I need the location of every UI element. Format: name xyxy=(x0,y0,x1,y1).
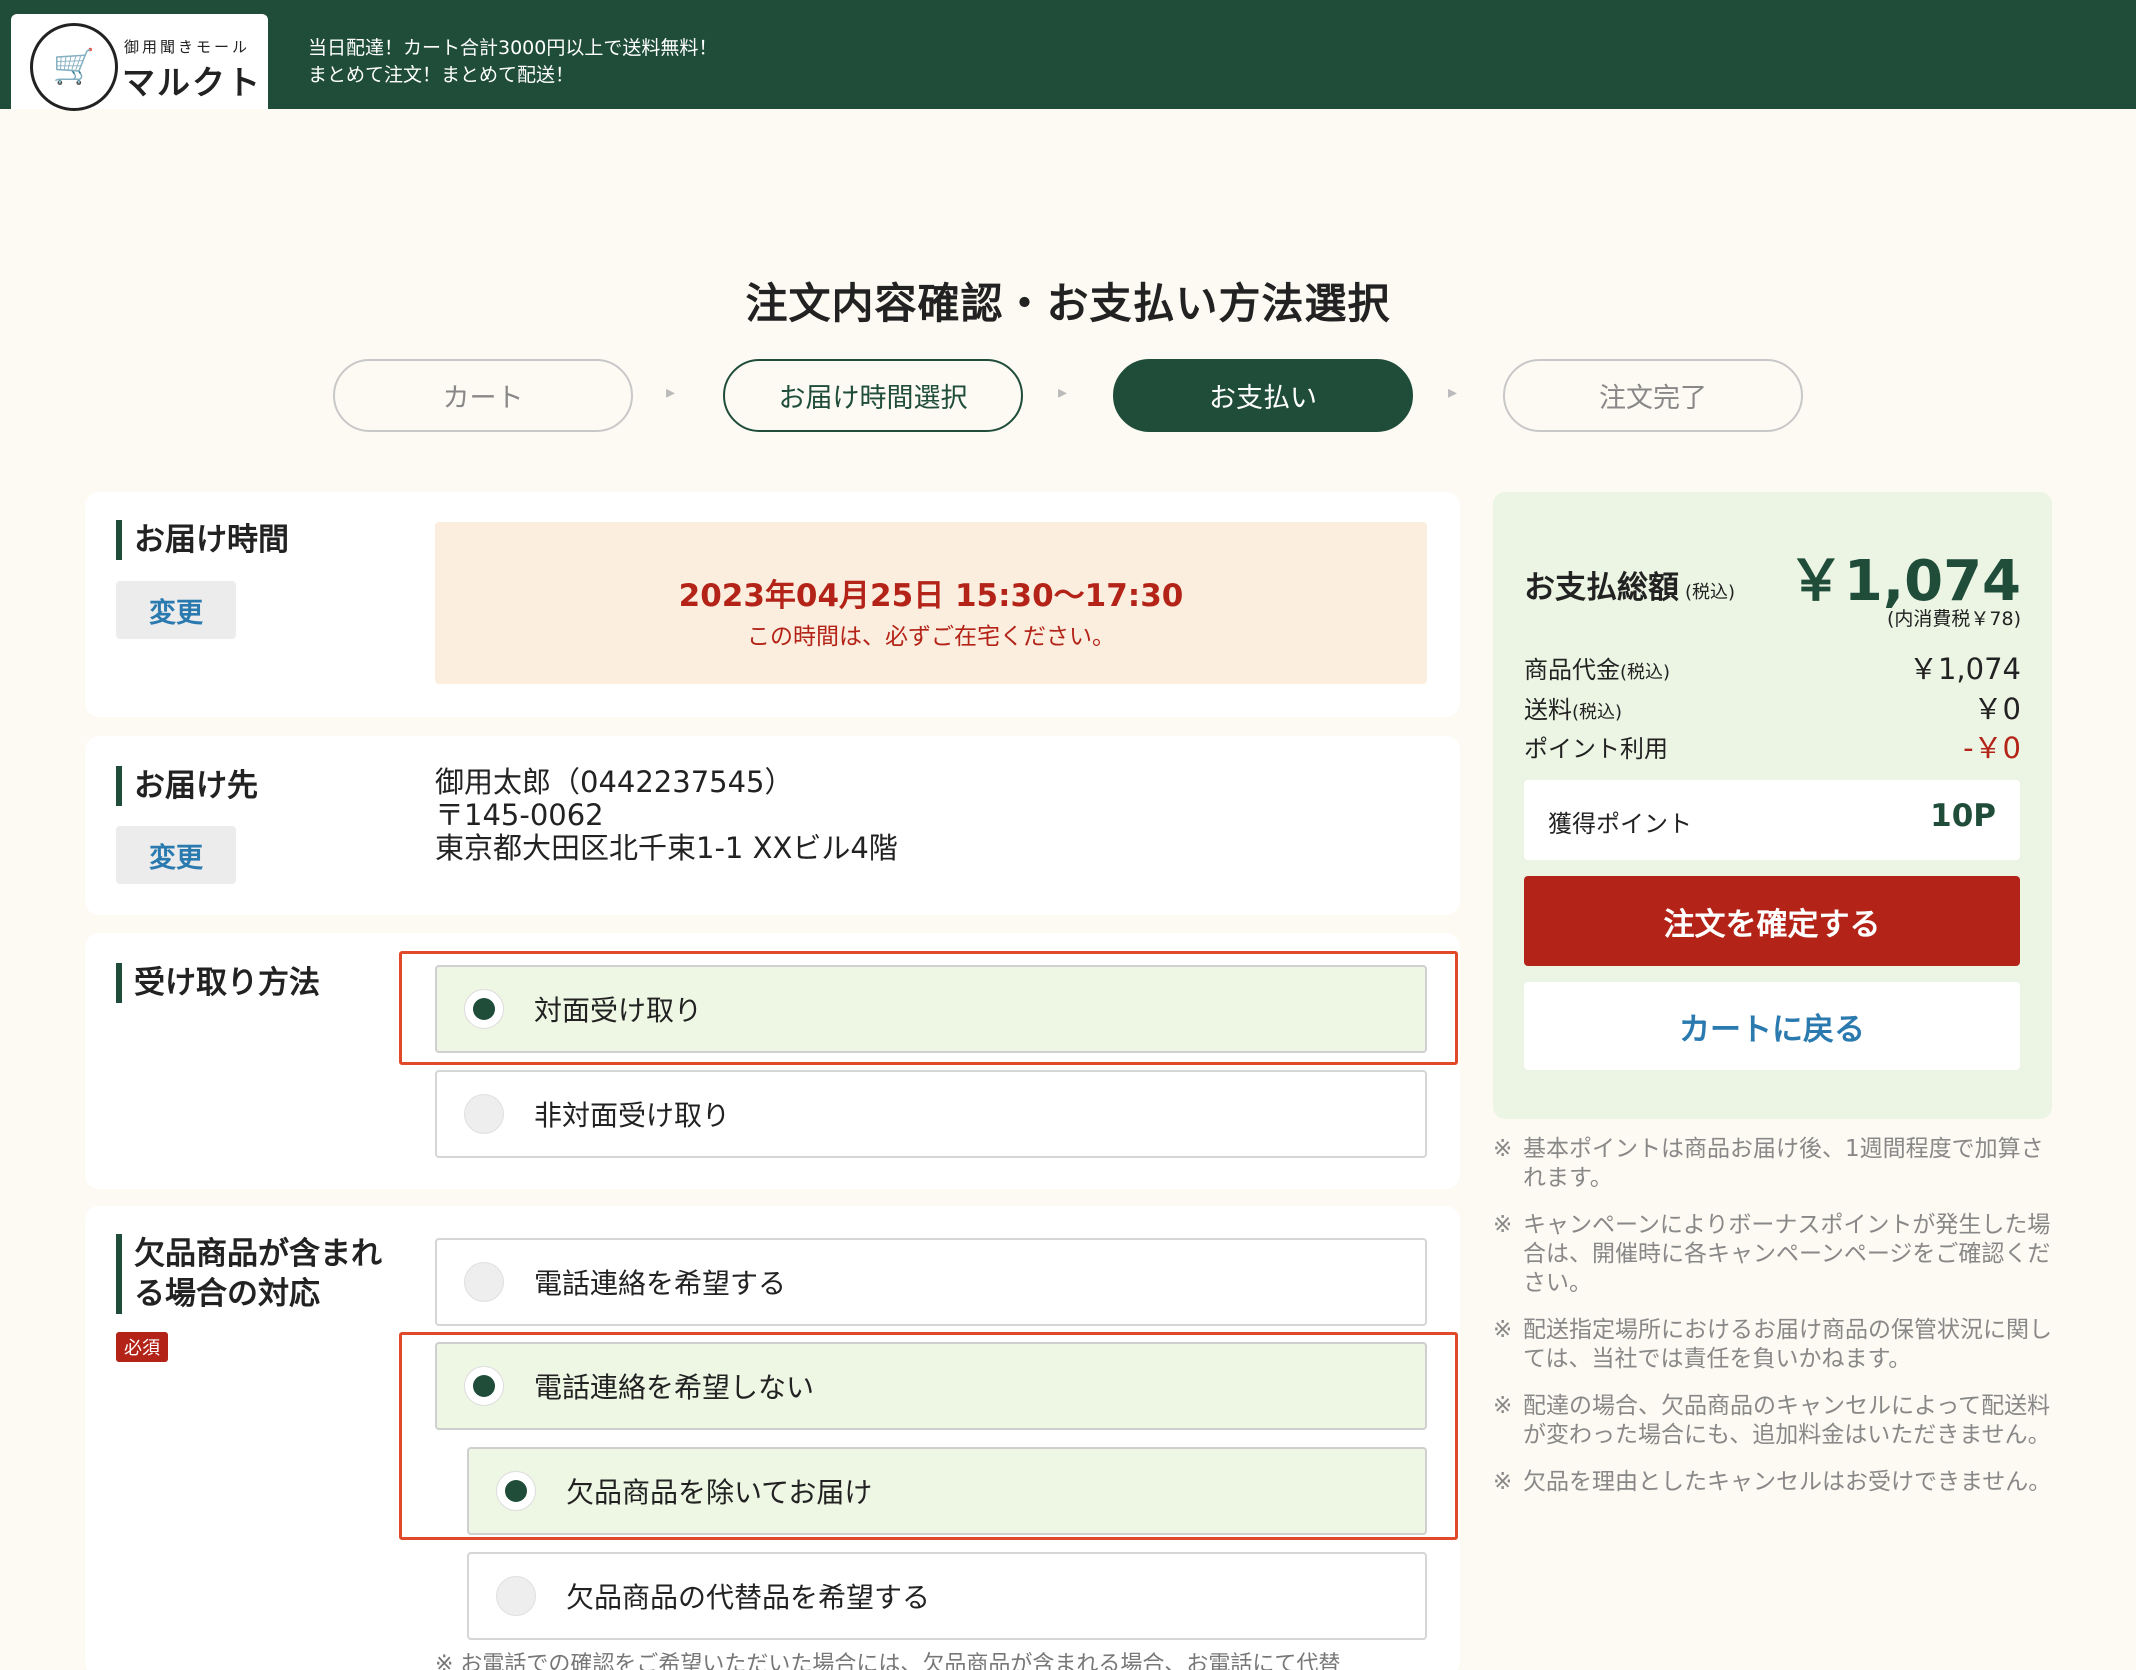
points-use-label: ポイント利用 xyxy=(1524,735,1668,763)
radio-button[interactable] xyxy=(464,1094,504,1134)
header-announcement: 当日配達！カート合計3000円以上で送料無料！ まとめて注文！まとめて配送！ xyxy=(308,35,717,89)
order-summary: お支払総額 (税込) ￥1,074 (内消費税￥78) 商品代金(税込) ￥1,0… xyxy=(1493,492,2052,1119)
step-payment: お支払い xyxy=(1113,359,1413,432)
address-block: 御用太郎（0442237545） 〒145-0062 東京都大田区北千束1-1 … xyxy=(435,766,898,865)
receive-method-title: 受け取り方法 xyxy=(116,963,320,1003)
item-price-label-text: 商品代金 xyxy=(1524,656,1620,684)
points-use-value: -￥0 xyxy=(1963,731,2021,765)
delivery-address-card: お届け先 変更 御用太郎（0442237545） 〒145-0062 東京都大田… xyxy=(85,736,1460,915)
consumption-tax: (内消費税￥78) xyxy=(1886,608,2021,630)
earned-points-value: 10P xyxy=(1930,798,1996,834)
radio-button[interactable] xyxy=(464,1262,504,1302)
step-arrow-icon: ▸ xyxy=(666,382,676,403)
tax-included-label: (税込) xyxy=(1620,662,1671,683)
step-arrow-icon: ▸ xyxy=(1448,382,1458,403)
page-title: 注文内容確認・お支払い方法選択 xyxy=(745,279,1391,328)
required-badge: 必須 xyxy=(116,1332,168,1362)
radio-button[interactable] xyxy=(496,1471,536,1511)
delivery-datetime: 2023年04月25日 15:30〜17:30 xyxy=(678,578,1184,614)
delivery-address-title: お届け先 xyxy=(116,766,258,806)
total-label-text: お支払総額 xyxy=(1524,570,1679,606)
step-complete: 注文完了 xyxy=(1503,359,1803,432)
truck-cart-icon: 🛒 xyxy=(30,23,118,111)
out-of-stock-title: 欠品商品が含まれ る場合の対応 xyxy=(116,1234,382,1314)
note-item: ※ 基本ポイントは商品お届け後、1週間程度で加算されます。 xyxy=(1493,1136,2044,1191)
logo-subtitle: 御用聞きモール xyxy=(124,38,251,56)
earned-points-box: 獲得ポイント 10P xyxy=(1524,780,2020,860)
option-phone-contact[interactable]: 電話連絡を希望する xyxy=(435,1238,1427,1326)
note-item: ※ 欠品を理由としたキャンセルはお受けできません。 xyxy=(1493,1469,2052,1495)
radio-button[interactable] xyxy=(464,1366,504,1406)
out-of-stock-card: 欠品商品が含まれ る場合の対応 必須 電話連絡を希望する 電話連絡を希望しない … xyxy=(85,1206,1460,1670)
site-logo[interactable]: 🛒 御用聞きモール マルクト xyxy=(11,14,268,111)
back-to-cart-button[interactable]: カートに戻る xyxy=(1524,982,2020,1070)
note-item: ※ キャンペーンによりボーナスポイントが発生した場合は、開催時に各キャンペーンペー… xyxy=(1493,1212,2051,1296)
tax-included-label: (税込) xyxy=(1572,702,1623,723)
delivery-time-note: この時間は、必ずご在宅ください。 xyxy=(747,624,1115,650)
address-postal: 〒145-0062 xyxy=(435,798,604,832)
option-label: 欠品商品を除いてお届け xyxy=(566,1476,873,1509)
out-of-stock-note: ※ お電話での確認をご希望いただいた場合には、欠品商品が含まれる場合、お電話にて… xyxy=(435,1652,1341,1670)
option-contactless[interactable]: 非対面受け取り xyxy=(435,1070,1427,1158)
item-price-label: 商品代金(税込) xyxy=(1524,650,1670,685)
option-label: 電話連絡を希望する xyxy=(534,1267,787,1300)
radio-button[interactable] xyxy=(464,989,504,1029)
announcement-line-2: まとめて注文！まとめて配送！ xyxy=(308,64,575,86)
option-substitute[interactable]: 欠品商品の代替品を希望する xyxy=(467,1552,1427,1640)
note-item: ※ 配達の場合、欠品商品のキャンセルによって配送料が変わった場合にも、追加料金はい… xyxy=(1493,1393,2051,1448)
delivery-time-card: お届け時間 変更 2023年04月25日 15:30〜17:30 この時間は、必… xyxy=(85,492,1460,717)
step-cart: カート xyxy=(333,359,633,432)
confirm-order-button[interactable]: 注文を確定する xyxy=(1524,876,2020,966)
option-no-phone-contact[interactable]: 電話連絡を希望しない xyxy=(435,1342,1427,1430)
total-label: お支払総額 (税込) xyxy=(1524,562,1735,607)
option-label: 電話連絡を希望しない xyxy=(534,1371,815,1404)
item-price-value: ￥1,074 xyxy=(1908,652,2021,686)
step-delivery-time: お届け時間選択 xyxy=(723,359,1023,432)
shipping-label: 送料(税込) xyxy=(1524,690,1622,725)
earned-points-label: 獲得ポイント xyxy=(1548,810,1692,838)
site-header: 🛒 御用聞きモール マルクト 当日配達！カート合計3000円以上で送料無料！ ま… xyxy=(0,0,2136,111)
step-arrow-icon: ▸ xyxy=(1058,382,1068,403)
option-label: 欠品商品の代替品を希望する xyxy=(566,1581,931,1614)
note-item: ※ 配送指定場所におけるお届け商品の保管状況に関しては、当社では責任を負いかねます… xyxy=(1493,1317,2052,1372)
tax-included-label: (税込) xyxy=(1685,582,1736,603)
change-time-button[interactable]: 変更 xyxy=(116,581,236,639)
option-label: 対面受け取り xyxy=(534,994,703,1027)
title-line-1: 欠品商品が含まれ xyxy=(134,1236,382,1272)
option-face-to-face[interactable]: 対面受け取り xyxy=(435,965,1427,1053)
shipping-value: ￥0 xyxy=(1973,692,2021,726)
option-deliver-without-missing[interactable]: 欠品商品を除いてお届け xyxy=(467,1447,1427,1535)
radio-button[interactable] xyxy=(496,1576,536,1616)
address-street: 東京都大田区北千束1-1 XXビル4階 xyxy=(435,831,898,865)
title-line-2: る場合の対応 xyxy=(134,1276,320,1312)
announcement-line-1: 当日配達！カート合計3000円以上で送料無料！ xyxy=(308,37,718,59)
delivery-time-box: 2023年04月25日 15:30〜17:30 この時間は、必ずご在宅ください。 xyxy=(435,522,1427,684)
option-label: 非対面受け取り xyxy=(534,1099,731,1132)
logo-title: マルクト xyxy=(122,63,262,102)
change-address-button[interactable]: 変更 xyxy=(116,826,236,884)
receive-method-card: 受け取り方法 対面受け取り 非対面受け取り xyxy=(85,933,1460,1189)
notes-list: ※ 基本ポイントは商品お届け後、1週間程度で加算されます。 ※ キャンペーンによりボ… xyxy=(1493,1135,2053,1515)
address-name-phone: 御用太郎（0442237545） xyxy=(435,765,794,799)
shipping-label-text: 送料 xyxy=(1524,696,1572,724)
delivery-time-title: お届け時間 xyxy=(116,520,289,560)
